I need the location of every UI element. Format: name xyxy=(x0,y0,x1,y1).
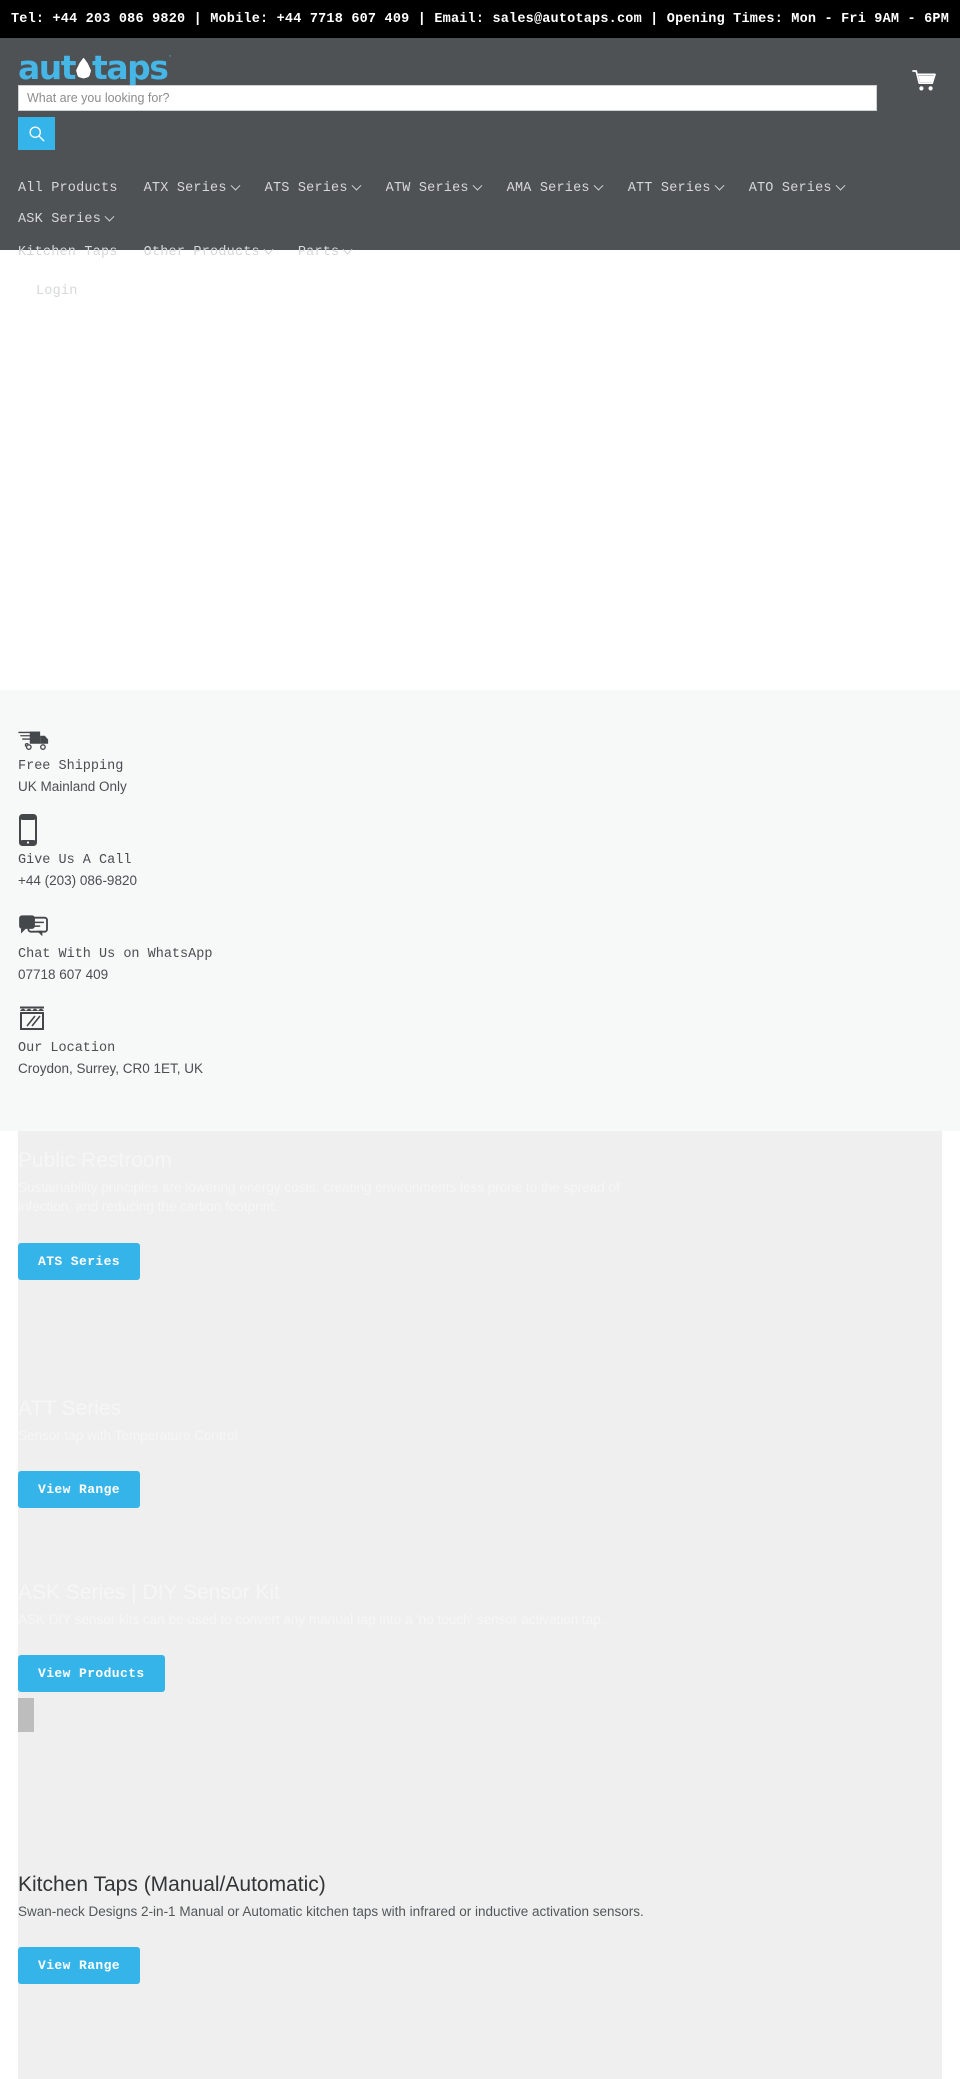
nav-label: ATX Series xyxy=(143,181,227,196)
nav-label: ATT Series xyxy=(627,181,711,196)
promo-card-public-restroom[interactable]: Public Restroom Sustainability principle… xyxy=(18,1130,942,1339)
nav-row-primary: All Products ATX Series ATS Series ATW S… xyxy=(18,173,942,235)
nav-item-ato-series[interactable]: ATO Series xyxy=(749,173,858,204)
nav-label: AMA Series xyxy=(506,181,590,196)
nav-item-login[interactable]: Login xyxy=(18,276,92,307)
nav-label: Parts xyxy=(297,245,340,260)
main-navigation: All Products ATX Series ATS Series ATW S… xyxy=(18,173,942,309)
promo-sections: Public Restroom Sustainability principle… xyxy=(0,1130,960,2079)
search-icon xyxy=(28,125,45,142)
announcement-text: Tel: +44 203 086 9820 | Mobile: +44 7718… xyxy=(10,11,950,27)
hero-banner-region xyxy=(0,250,960,690)
nav-label: ATS Series xyxy=(264,181,348,196)
search-form xyxy=(18,85,877,150)
feature-title: Our Location xyxy=(18,1041,116,1057)
nav-row-account: Login xyxy=(18,276,942,307)
feature-subtitle: Croydon, Surrey, CR0 1ET, UK xyxy=(18,1060,204,1076)
chevron-down-icon xyxy=(472,180,483,191)
feature-free-shipping: Free Shipping UK Mainland Only xyxy=(18,718,942,796)
logo-text-part1: aut xyxy=(18,47,77,87)
logo-trademark: · xyxy=(168,50,173,62)
chevron-down-icon xyxy=(263,244,274,255)
feature-title: Free Shipping xyxy=(18,759,124,774)
mobile-phone-icon xyxy=(18,812,942,847)
chevron-down-icon xyxy=(714,180,725,191)
search-input[interactable] xyxy=(18,85,877,111)
promo-description: Swan-neck Designs 2-in-1 Manual or Autom… xyxy=(18,1903,644,1919)
nav-label: All Products xyxy=(18,181,118,196)
nav-item-other-products[interactable]: Other Products xyxy=(144,237,286,268)
header-top-row: aut taps · xyxy=(18,38,942,150)
site-header: aut taps · What are you looking for? All… xyxy=(0,38,960,299)
nav-item-atx-series[interactable]: ATX Series xyxy=(144,173,253,204)
nav-label: ATO Series xyxy=(748,181,832,196)
nav-label: Login xyxy=(36,284,78,299)
nav-item-ama-series[interactable]: AMA Series xyxy=(507,173,616,204)
promo-cta-button[interactable]: View Products xyxy=(18,1655,165,1693)
nav-item-ats-series[interactable]: ATS Series xyxy=(265,173,374,204)
nav-item-all-products[interactable]: All Products xyxy=(18,173,132,204)
delivery-truck-icon xyxy=(18,718,942,752)
chevron-down-icon xyxy=(230,180,241,191)
storefront-icon xyxy=(18,1000,942,1034)
nav-label: ATW Series xyxy=(385,181,469,196)
nav-item-att-series[interactable]: ATT Series xyxy=(628,173,737,204)
feature-subtitle: 07718 607 409 xyxy=(18,966,109,982)
broken-image-placeholder-icon xyxy=(18,1698,34,1733)
feature-subtitle: +44 (203) 086-9820 xyxy=(18,872,137,888)
feature-call-us: Give Us A Call +44 (203) 086-9820 xyxy=(18,812,942,890)
nav-label: Other Products xyxy=(143,245,260,260)
promo-cta-button[interactable]: ATS Series xyxy=(18,1242,141,1280)
chat-bubbles-icon xyxy=(18,906,942,940)
promo-title: Public Restroom xyxy=(18,1148,173,1172)
features-section: Free Shipping UK Mainland Only Give Us A… xyxy=(0,690,960,1131)
shopping-cart-icon xyxy=(912,69,938,96)
promo-description: ASK DIY sensor kits can be used to conve… xyxy=(18,1611,605,1627)
nav-item-parts[interactable]: Parts xyxy=(298,237,366,268)
promo-cta-button[interactable]: View Range xyxy=(18,1471,141,1509)
nav-item-ask-series[interactable]: ASK Series xyxy=(18,204,127,235)
promo-card-ask-series[interactable]: ASK Series | DIY Sensor Kit ASK DIY sens… xyxy=(18,1578,942,1779)
announcement-bar: Tel: +44 203 086 9820 | Mobile: +44 7718… xyxy=(0,0,960,38)
feature-our-location: Our Location Croydon, Surrey, CR0 1ET, U… xyxy=(18,1000,942,1078)
cart-button[interactable] xyxy=(908,65,942,99)
promo-title: ASK Series | DIY Sensor Kit xyxy=(18,1580,280,1604)
nav-row-secondary: Kitchen Taps Other Products Parts xyxy=(18,237,942,268)
feature-title: Chat With Us on WhatsApp xyxy=(18,947,213,963)
promo-description: Sustainability principles are lowering e… xyxy=(18,1179,620,1215)
chevron-down-icon xyxy=(593,180,604,191)
site-logo[interactable]: aut taps · xyxy=(18,50,172,84)
feature-title: Give Us A Call xyxy=(18,853,132,869)
feature-whatsapp-chat: Chat With Us on WhatsApp 07718 607 409 xyxy=(18,906,942,984)
search-submit-button[interactable] xyxy=(18,117,55,150)
chevron-down-icon xyxy=(835,180,846,191)
nav-item-kitchen-taps[interactable]: Kitchen Taps xyxy=(18,237,132,268)
logo-text: aut taps xyxy=(18,47,169,87)
water-drop-icon xyxy=(76,57,92,79)
chevron-down-icon xyxy=(342,244,353,255)
nav-label: Kitchen Taps xyxy=(18,245,118,260)
nav-item-atw-series[interactable]: ATW Series xyxy=(386,173,495,204)
nav-label: ASK Series xyxy=(18,212,102,227)
chevron-down-icon xyxy=(104,211,115,222)
chevron-down-icon xyxy=(351,180,362,191)
feature-subtitle: UK Mainland Only xyxy=(18,778,127,794)
promo-card-att-series[interactable]: ATT Series Sensor tap with Temperature C… xyxy=(18,1338,942,1579)
promo-description: Sensor tap with Temperature Control xyxy=(18,1427,238,1443)
promo-cta-button[interactable]: View Range xyxy=(18,1947,141,1985)
promo-title: ATT Series xyxy=(18,1396,122,1420)
promo-card-kitchen-taps[interactable]: Kitchen Taps (Manual/Automatic) Swan-nec… xyxy=(18,1778,942,2079)
logo-text-part2: taps xyxy=(92,47,169,87)
